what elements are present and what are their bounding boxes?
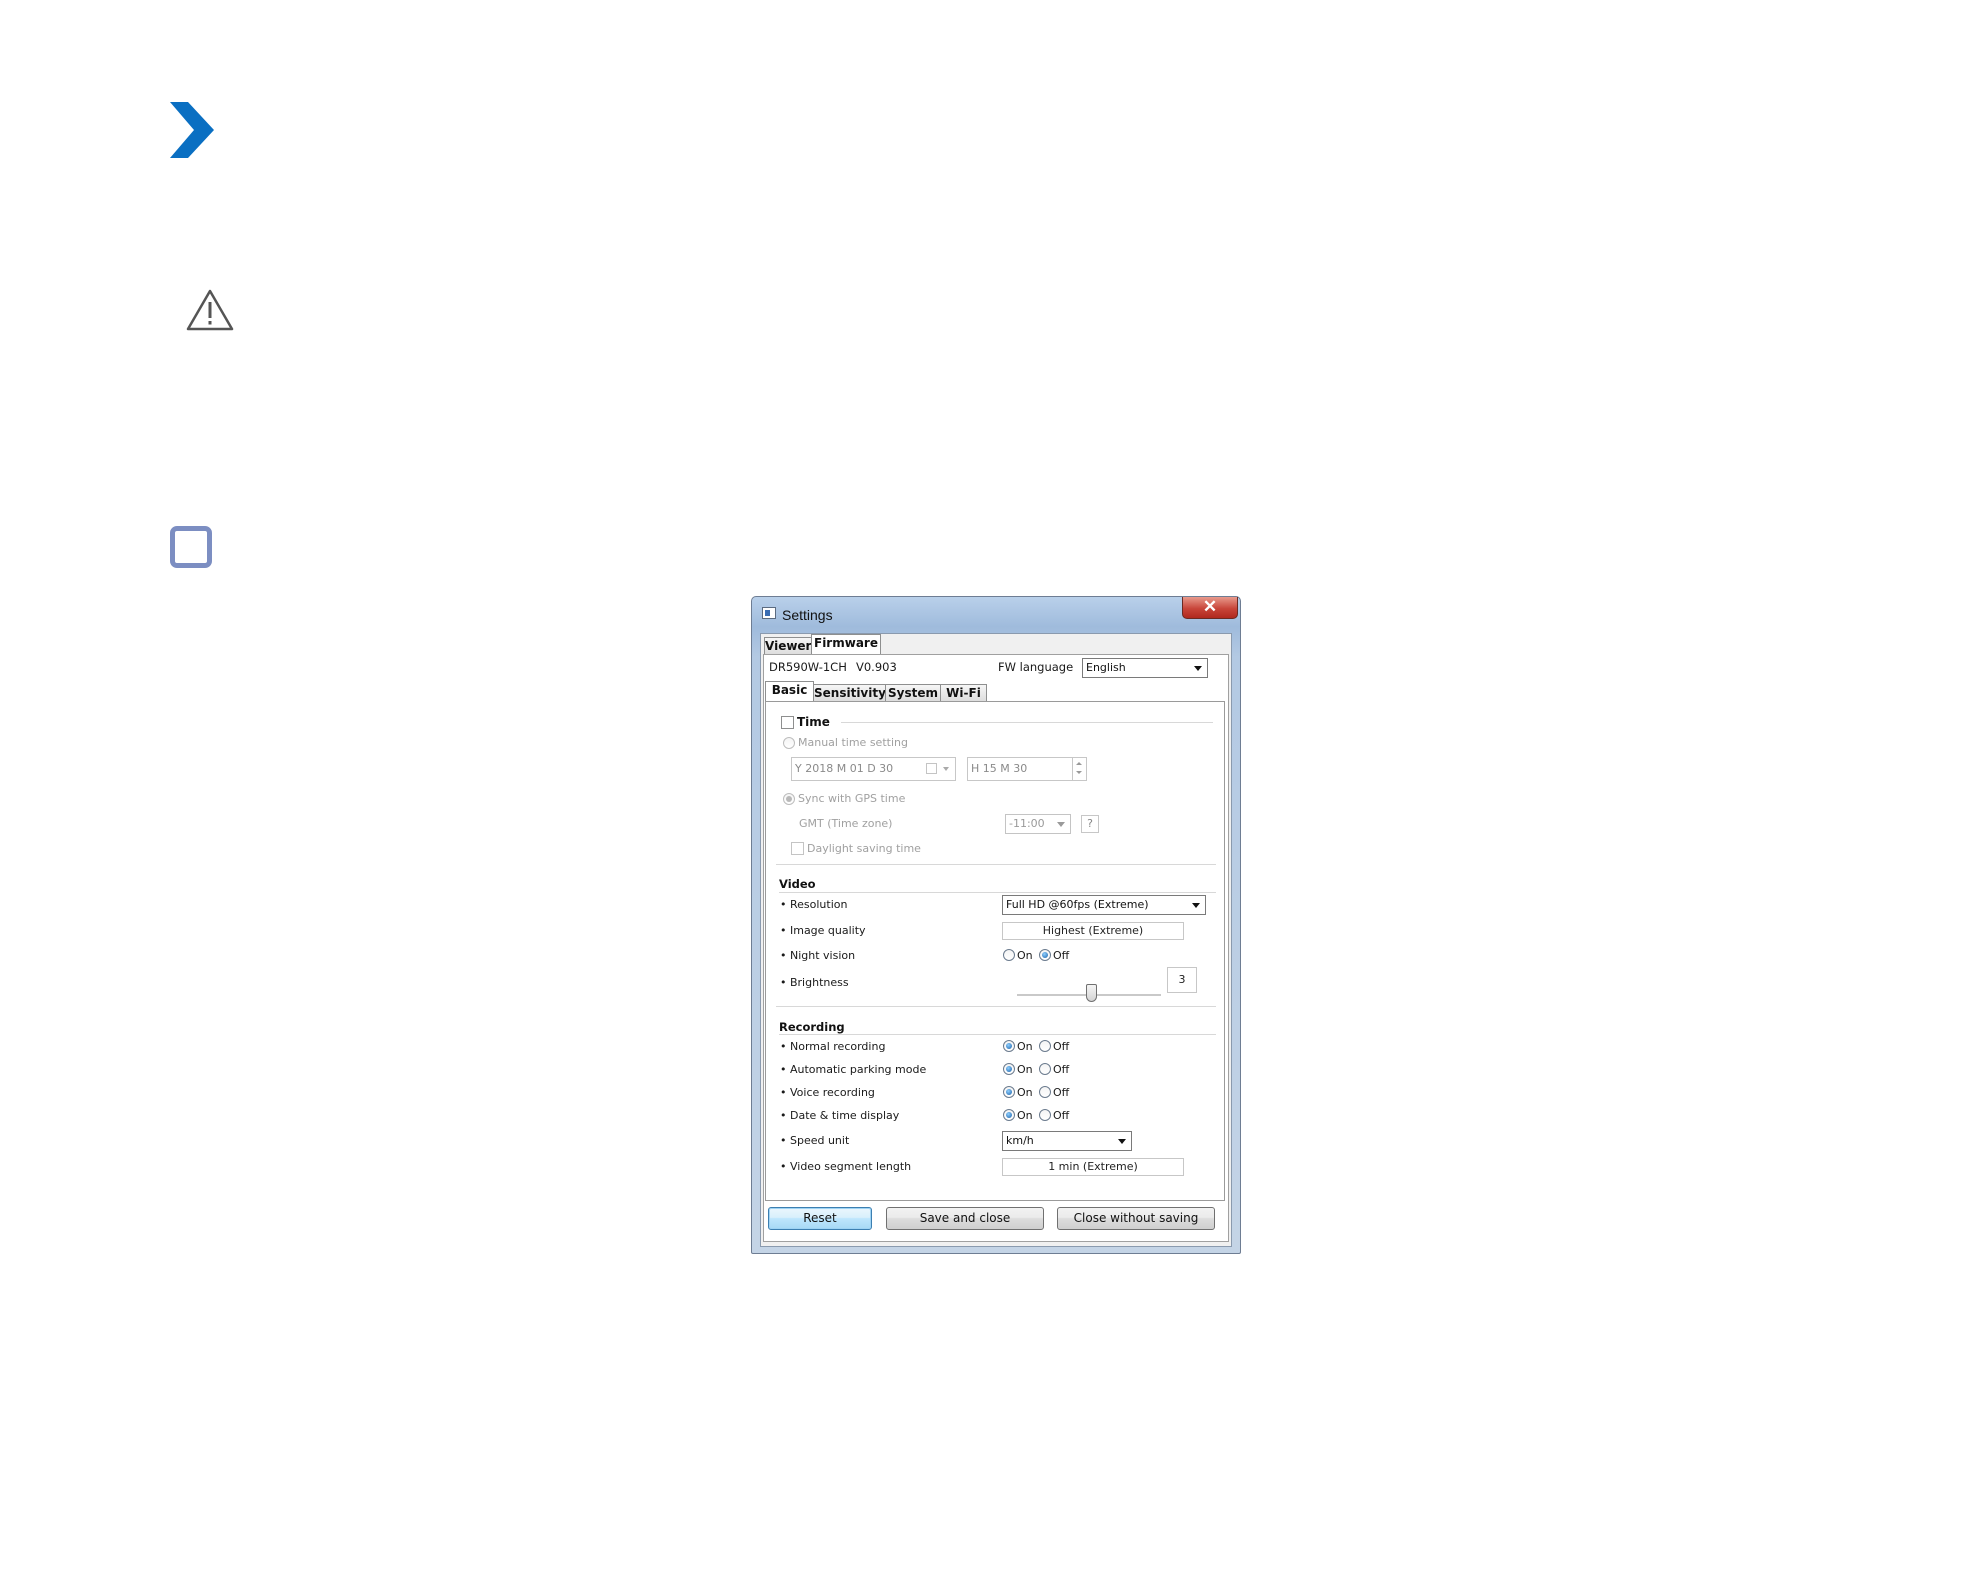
date-time-display-off-label: Off — [1053, 1109, 1070, 1122]
chevron-down-icon — [1194, 666, 1202, 671]
voice-recording-on-radio[interactable] — [1003, 1086, 1015, 1098]
date-time-display-on-label: On — [1017, 1109, 1033, 1122]
parking-mode-on-label: On — [1017, 1063, 1033, 1076]
help-button[interactable]: ? — [1081, 815, 1099, 833]
title-bar[interactable]: Settings ✕ — [752, 597, 1240, 627]
normal-recording-on-radio[interactable] — [1003, 1040, 1015, 1052]
fw-language-label: FW language — [998, 660, 1074, 674]
night-vision-on-radio[interactable] — [1003, 949, 1015, 961]
voice-recording-on-label: On — [1017, 1086, 1033, 1099]
time-field[interactable]: H 15 M 30 — [967, 757, 1087, 781]
sync-gps-label: Sync with GPS time — [798, 792, 906, 805]
brightness-slider-thumb[interactable] — [1086, 984, 1097, 1002]
time-header: Time — [797, 715, 830, 729]
normal-recording-on-label: On — [1017, 1040, 1033, 1053]
dst-checkbox[interactable] — [791, 842, 804, 855]
section-divider — [776, 864, 1216, 866]
normal-recording-label: • Normal recording — [780, 1040, 886, 1053]
section-divider — [776, 1006, 1216, 1008]
tab-wifi[interactable]: Wi-Fi — [940, 684, 987, 702]
recording-separator — [779, 1034, 1216, 1036]
firmware-panel: DR590W-1CH V0.903 FW language English Ba… — [763, 654, 1229, 1242]
time-value: H 15 M 30 — [971, 762, 1028, 775]
settings-window: Settings ✕ Viewer Firmware DR590W-1CH V0… — [751, 596, 1241, 1254]
window-title: Settings — [782, 607, 833, 623]
voice-recording-off-radio[interactable] — [1039, 1086, 1051, 1098]
recording-header: Recording — [779, 1020, 845, 1034]
image-quality-field: Highest (Extreme) — [1002, 922, 1184, 940]
speed-unit-select[interactable]: km/h — [1002, 1131, 1132, 1151]
date-time-display-on-radio[interactable] — [1003, 1109, 1015, 1121]
resolution-value: Full HD @60fps (Extreme) — [1006, 898, 1149, 911]
tab-sensitivity[interactable]: Sensitivity — [813, 684, 886, 702]
segment-length-field: 1 min (Extreme) — [1002, 1158, 1184, 1176]
night-vision-off-radio[interactable] — [1039, 949, 1051, 961]
warning-triangle-icon — [186, 289, 234, 331]
chevron-down-icon — [1057, 822, 1065, 827]
night-vision-off-label: Off — [1053, 949, 1070, 962]
dst-label: Daylight saving time — [807, 842, 921, 855]
parking-mode-label: • Automatic parking mode — [780, 1063, 927, 1076]
tab-viewer[interactable]: Viewer — [764, 637, 812, 655]
manual-time-label: Manual time setting — [798, 736, 908, 749]
sync-gps-radio[interactable] — [783, 793, 795, 805]
parking-mode-off-radio[interactable] — [1039, 1063, 1051, 1075]
voice-recording-label: • Voice recording — [780, 1086, 875, 1099]
brightness-value: 3 — [1167, 967, 1197, 993]
voice-recording-off-label: Off — [1053, 1086, 1070, 1099]
time-separator — [841, 722, 1213, 724]
night-vision-on-label: On — [1017, 949, 1033, 962]
calendar-checkbox[interactable] — [926, 763, 937, 774]
resolution-select[interactable]: Full HD @60fps (Extreme) — [1002, 895, 1206, 915]
parking-mode-off-label: Off — [1053, 1063, 1070, 1076]
basic-panel: Time Manual time setting Y 2018 M 01 D 3… — [765, 701, 1225, 1201]
resolution-label: • Resolution — [780, 898, 848, 911]
close-button[interactable]: ✕ — [1182, 597, 1238, 619]
tab-basic[interactable]: Basic — [765, 681, 814, 702]
tab-system[interactable]: System — [885, 684, 941, 702]
gmt-label: GMT (Time zone) — [799, 817, 893, 830]
date-field[interactable]: Y 2018 M 01 D 30 — [791, 757, 956, 781]
tab-firmware[interactable]: Firmware — [811, 634, 881, 655]
fw-language-select[interactable]: English — [1082, 658, 1208, 678]
brightness-label: • Brightness — [780, 976, 849, 989]
speed-unit-value: km/h — [1006, 1134, 1034, 1147]
night-vision-label: • Night vision — [780, 949, 856, 962]
video-header: Video — [779, 877, 816, 891]
video-separator — [779, 892, 1216, 894]
segment-length-label: • Video segment length — [780, 1160, 912, 1173]
chevron-down-icon — [1118, 1139, 1126, 1144]
image-quality-label: • Image quality — [780, 924, 866, 937]
version-label: V0.903 — [856, 660, 897, 674]
manual-time-radio[interactable] — [783, 737, 795, 749]
normal-recording-off-label: Off — [1053, 1040, 1070, 1053]
close-without-saving-button[interactable]: Close without saving — [1057, 1207, 1215, 1230]
normal-recording-off-radio[interactable] — [1039, 1040, 1051, 1052]
chevron-down-icon — [943, 767, 949, 771]
gmt-select[interactable]: -11:00 — [1005, 814, 1071, 834]
date-time-display-off-radio[interactable] — [1039, 1109, 1051, 1121]
chevron-right-icon — [170, 102, 214, 158]
date-value: Y 2018 M 01 D 30 — [795, 762, 894, 775]
app-icon — [762, 607, 776, 619]
parking-mode-on-radio[interactable] — [1003, 1063, 1015, 1075]
time-spinner[interactable] — [1072, 758, 1086, 780]
fw-language-value: English — [1086, 661, 1126, 674]
date-time-display-label: • Date & time display — [780, 1109, 900, 1122]
time-checkbox[interactable] — [781, 716, 794, 729]
model-label: DR590W-1CH — [769, 660, 847, 674]
reset-button[interactable]: Reset — [768, 1207, 872, 1230]
checkbox-outline-icon — [170, 526, 212, 568]
save-and-close-button[interactable]: Save and close — [886, 1207, 1044, 1230]
chevron-down-icon — [1192, 903, 1200, 908]
gmt-value: -11:00 — [1009, 817, 1045, 830]
speed-unit-label: • Speed unit — [780, 1134, 850, 1147]
client-area: Viewer Firmware DR590W-1CH V0.903 FW lan… — [760, 633, 1232, 1247]
